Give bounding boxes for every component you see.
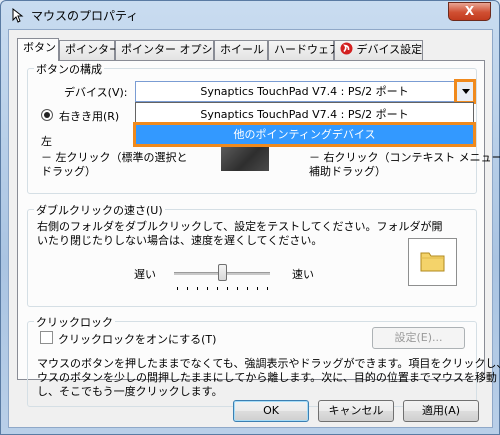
left-heading: 左 xyxy=(41,135,52,148)
synaptics-icon xyxy=(340,42,353,55)
mouse-properties-window: マウスのプロパティ X ボタン ポインター ポインター オプション ホイール ハ… xyxy=(0,0,500,435)
slider-tick xyxy=(207,287,208,290)
click-lock-checkbox-label: クリックロックをオンにする(T) xyxy=(58,333,217,346)
slider-tick xyxy=(177,287,178,290)
tab-hardware[interactable]: ハードウェア xyxy=(268,40,340,60)
button-config-group: ボタンの構成 デバイス(V): Synaptics TouchPad V7.4 … xyxy=(27,61,500,194)
tab-buttons[interactable]: ボタン xyxy=(17,38,59,61)
tab-pointers[interactable]: ポインター xyxy=(59,40,120,60)
tab-device-settings[interactable]: デバイス設定 xyxy=(334,40,423,60)
window-title: マウスのプロパティ xyxy=(31,9,139,23)
left-desc-line2: ドラッグ） xyxy=(41,165,96,178)
tab-panel-buttons: ボタンの構成 デバイス(V): Synaptics TouchPad V7.4 … xyxy=(17,60,500,407)
tab-wheel[interactable]: ホイール xyxy=(214,40,268,60)
apply-button[interactable]: 適用(A) xyxy=(403,400,479,422)
slider-tick xyxy=(257,287,258,290)
slider-tick xyxy=(187,287,188,290)
tab-label: デバイス設定 xyxy=(356,43,423,56)
right-handed-radio[interactable] xyxy=(41,109,53,121)
group-title: ボタンの構成 xyxy=(34,61,104,77)
tab-label: ポインター xyxy=(65,43,120,56)
slider-tick xyxy=(237,287,238,290)
test-folder-box[interactable] xyxy=(408,238,457,286)
mouse-pointer-icon xyxy=(12,7,24,23)
slow-label: 遅い xyxy=(134,268,156,281)
ok-button[interactable]: OK xyxy=(233,400,309,422)
click-lock-group: クリックロック クリックロックをオンにする(T) 設定(E)... マウスのボタ… xyxy=(27,314,500,407)
group-title: クリックロック xyxy=(34,314,115,330)
tab-label: ボタン xyxy=(23,41,56,54)
title-bar[interactable]: マウスのプロパティ X xyxy=(1,1,499,29)
slider-tick xyxy=(197,287,198,290)
double-click-desc-line2: いたり閉じたりしない場合は、速度を遅くしてください。 xyxy=(37,234,323,247)
slider-tick xyxy=(267,287,268,290)
speed-slider-thumb[interactable] xyxy=(218,264,227,281)
click-lock-settings-button[interactable]: 設定(E)... xyxy=(372,327,465,349)
folder-icon xyxy=(420,252,445,272)
device-label: デバイス(V): xyxy=(64,86,128,99)
device-value: Synaptics TouchPad V7.4 : PS/2 ポート xyxy=(200,85,409,98)
right-handed-label: 右きき用(R) xyxy=(59,110,120,123)
chevron-down-icon xyxy=(462,89,470,94)
dropdown-option-other-pointing-device[interactable]: 他のポインティングデバイス xyxy=(133,122,476,147)
group-title: ダブルクリックの速さ(U) xyxy=(34,202,165,218)
dialog-client-area: ボタン ポインター ポインター オプション ホイール ハードウェア デバイス設定… xyxy=(8,29,500,428)
device-combobox[interactable]: Synaptics TouchPad V7.4 : PS/2 ポート xyxy=(135,79,476,104)
tab-label: ハードウェア xyxy=(274,43,340,56)
dropdown-arrow-button[interactable] xyxy=(454,79,476,104)
fast-label: 速い xyxy=(292,268,314,281)
double-click-group: ダブルクリックの速さ(U) 右側のフォルダをダブルクリックして、設定をテストして… xyxy=(27,202,477,307)
slider-tick xyxy=(217,287,218,290)
slider-tick xyxy=(247,287,248,290)
tab-label: ホイール xyxy=(220,43,264,56)
click-lock-checkbox[interactable] xyxy=(40,331,53,344)
cancel-button[interactable]: キャンセル xyxy=(318,400,394,422)
click-lock-desc-line3: し、そこでもう一度クリックします。 xyxy=(37,385,223,398)
dropdown-option-synaptics[interactable]: Synaptics TouchPad V7.4 : PS/2 ポート xyxy=(136,105,473,124)
slider-tick xyxy=(227,287,228,290)
touchpad-image xyxy=(221,147,269,171)
close-button[interactable]: X xyxy=(448,2,491,21)
tab-pointer-options[interactable]: ポインター オプション xyxy=(115,40,235,60)
right-desc-line2: 補助ドラッグ） xyxy=(309,165,386,178)
device-dropdown-list: Synaptics TouchPad V7.4 : PS/2 ポート 他のポイン… xyxy=(133,102,476,147)
